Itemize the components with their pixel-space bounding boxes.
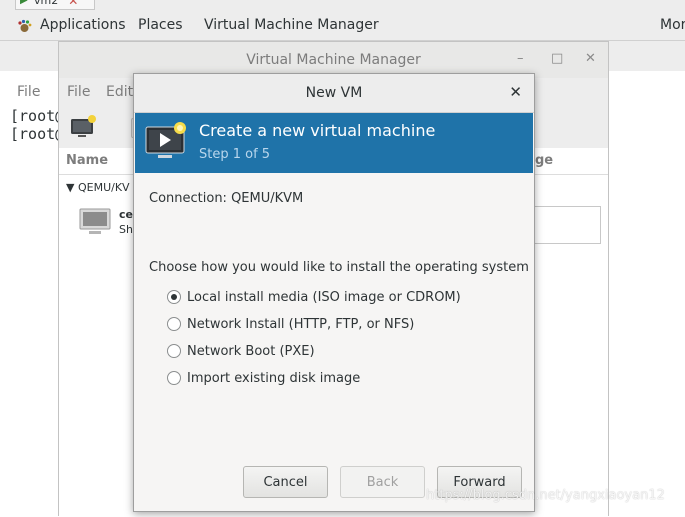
cpu-usage-graph <box>533 206 601 244</box>
terminal-menu-file[interactable]: File <box>17 84 40 100</box>
cancel-button[interactable]: Cancel <box>243 466 328 498</box>
places-menu[interactable]: Places <box>138 17 183 33</box>
new-vm-wizard-icon <box>145 122 186 158</box>
terminal-tab-icon: ▶ <box>20 0 28 6</box>
option-network-install[interactable]: Network Install (HTTP, FTP, or NFS) <box>167 315 414 333</box>
applications-menu[interactable]: Applications <box>40 17 126 33</box>
option-label: Local install media (ISO image or CDROM) <box>187 289 461 305</box>
terminal-line: [root@ <box>10 125 65 143</box>
radio-network-boot[interactable] <box>167 344 181 358</box>
wizard-title: Create a new virtual machine <box>199 121 436 140</box>
option-import-disk[interactable]: Import existing disk image <box>167 369 360 387</box>
vmm-menu-edit[interactable]: Edit <box>106 84 133 100</box>
radio-import-disk[interactable] <box>167 371 181 385</box>
top-panel: Applications Places Virtual Machine Mana… <box>0 10 685 41</box>
close-icon[interactable]: ✕ <box>585 51 596 66</box>
radio-local-install[interactable] <box>167 290 181 304</box>
option-label: Import existing disk image <box>187 370 361 386</box>
gnome-foot-icon <box>18 19 32 32</box>
install-method-prompt: Choose how you would like to install the… <box>149 260 529 275</box>
tab-close-icon[interactable]: ✕ <box>68 0 78 8</box>
terminal-tab-label: vm2 <box>34 0 59 7</box>
connection-label: Connection: QEMU/KVM <box>149 191 304 206</box>
vmm-app-menu[interactable]: Virtual Machine Manager <box>204 17 379 33</box>
vmm-menu-file[interactable]: File <box>67 84 90 100</box>
radio-network-install[interactable] <box>167 317 181 331</box>
panel-clock-truncated: Mor <box>660 17 685 33</box>
vmm-title: Virtual Machine Manager <box>246 52 421 68</box>
connection-row-label: QEMU/KV <box>77 181 130 194</box>
new-vm-icon[interactable] <box>69 114 97 140</box>
connection-row[interactable]: ▼ QEMU/KV <box>66 181 130 194</box>
column-usage-header[interactable]: ge <box>535 153 553 168</box>
expander-icon[interactable]: ▼ <box>66 181 74 194</box>
terminal-tab[interactable]: ▶ vm2 ✕ <box>15 0 95 10</box>
dialog-close-icon[interactable]: ✕ <box>509 83 522 101</box>
new-vm-dialog: New VM ✕ Create a new virtual machine St… <box>133 73 535 512</box>
option-network-boot[interactable]: Network Boot (PXE) <box>167 342 315 360</box>
column-name-header[interactable]: Name <box>66 153 108 168</box>
watermark: https://blog.csdn.net/yangxiaoyan12 <box>426 488 665 503</box>
option-local-install[interactable]: Local install media (ISO image or CDROM) <box>167 288 461 306</box>
option-label: Network Install (HTTP, FTP, or NFS) <box>187 316 415 332</box>
minimize-icon[interactable]: – <box>517 51 524 66</box>
back-button[interactable]: Back <box>340 466 425 498</box>
vm-monitor-icon <box>79 208 111 234</box>
option-label: Network Boot (PXE) <box>187 343 315 359</box>
wizard-header: Create a new virtual machine Step 1 of 5 <box>135 113 533 173</box>
terminal-line: [root@ <box>10 107 65 125</box>
dialog-titlebar[interactable]: New VM ✕ <box>134 74 534 113</box>
dialog-title: New VM <box>305 85 363 101</box>
maximize-icon[interactable]: □ <box>551 51 563 66</box>
wizard-step: Step 1 of 5 <box>199 147 271 162</box>
tab-strip: ▶ vm2 ✕ <box>0 0 685 10</box>
